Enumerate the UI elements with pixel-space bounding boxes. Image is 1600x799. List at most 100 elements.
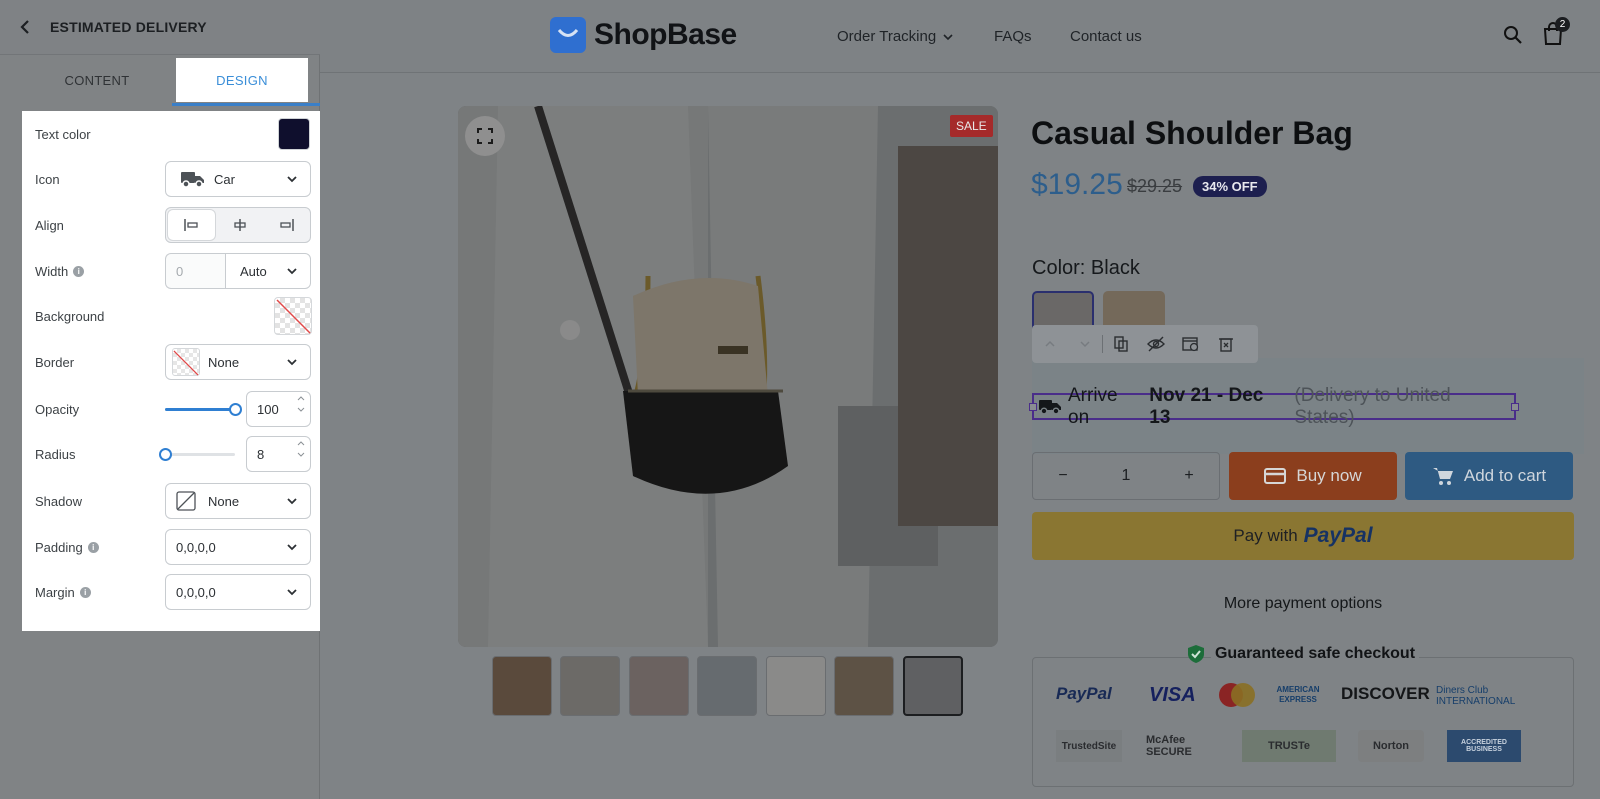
opacity-slider-handle[interactable] [229,402,242,416]
color-label: Color: Black [1032,257,1140,279]
quantity-decrease-button[interactable]: − [1033,467,1093,485]
padding-value: 0,0,0,0 [176,539,216,555]
nav-faqs[interactable]: FAQs [994,28,1032,45]
quantity-increase-button[interactable]: + [1159,467,1219,485]
thumbnail[interactable] [629,656,689,716]
resize-handle-left[interactable] [1029,403,1037,411]
nav-contact-us[interactable]: Contact us [1070,28,1142,45]
nav-order-tracking-label: Order Tracking [837,28,937,45]
info-icon[interactable]: i [73,265,85,277]
text-color-label: Text color [35,126,91,142]
background-swatch[interactable] [274,297,312,335]
tab-design[interactable]: DESIGN [176,58,308,102]
align-left-button[interactable] [168,210,215,240]
search-icon[interactable] [1503,25,1523,50]
back-button[interactable] [0,0,50,55]
safe-checkout-label: Guaranteed safe checkout [1210,645,1420,663]
move-down-button[interactable] [1067,325,1102,363]
settings-panel: ESTIMATED DELIVERY CONTENT DESIGN Text c… [0,0,320,799]
sale-badge: SALE [950,115,993,137]
logo-text: ShopBase [594,18,737,51]
shopbase-logo-icon [550,17,586,53]
width-input[interactable]: 0 [165,253,225,289]
safe-checkout-heading: Guaranteed safe checkout [1032,644,1574,664]
chevron-down-icon [287,589,297,596]
padding-select[interactable]: 0,0,0,0 [165,529,311,565]
fullscreen-button[interactable] [465,116,505,156]
row-opacity: Opacity 100 [22,386,320,432]
width-label-wrap: Width i [35,264,85,279]
visa-logo: VISA [1149,684,1196,706]
align-center-icon [234,219,246,231]
opacity-value: 100 [257,401,279,417]
opacity-label: Opacity [35,401,80,417]
align-right-button[interactable] [263,208,310,242]
delivery-dates: Nov 21 - Dec 13 [1149,384,1264,428]
product-price: $19.25 [1031,168,1123,201]
align-center-button[interactable] [217,208,264,242]
margin-select[interactable]: 0,0,0,0 [165,574,311,610]
shadow-select-value: None [208,493,240,509]
store-logo[interactable]: ShopBase [550,17,737,53]
tab-content[interactable]: CONTENT [20,58,174,102]
cart-icon [1432,468,1453,485]
move-up-button[interactable] [1032,325,1067,363]
no-color-icon [276,299,311,334]
border-select[interactable]: None [165,344,311,380]
radius-slider-handle[interactable] [159,447,172,461]
paypal-button[interactable]: Pay with PayPal [1032,512,1574,560]
estimated-delivery-block[interactable]: Arrive on Nov 21 - Dec 13 (Delivery to U… [1029,385,1519,428]
stepper-icon[interactable] [297,441,305,457]
resize-handle-right[interactable] [1511,403,1519,411]
width-unit-select[interactable]: Auto [225,253,311,289]
thumbnail[interactable] [492,656,552,716]
hide-button[interactable] [1138,325,1173,363]
buy-now-button[interactable]: Buy now [1229,452,1397,500]
row-padding: Padding i 0,0,0,0 [22,524,320,570]
row-radius: Radius 8 [22,431,320,477]
add-to-cart-button[interactable]: Add to cart [1405,452,1573,500]
shield-check-icon [1187,645,1204,663]
stepper-icon[interactable] [297,396,305,412]
row-icon: Icon Car [22,156,320,202]
thumbnail[interactable] [834,656,894,716]
info-icon[interactable]: i [79,586,91,598]
thumbnail[interactable] [697,656,757,716]
delivery-destination: (Delivery to United States) [1294,384,1451,428]
quantity-input[interactable]: 1 [1093,467,1159,485]
align-group [165,207,311,243]
align-right-icon [280,219,294,231]
row-margin: Margin i 0,0,0,0 [22,569,320,615]
icon-select[interactable]: Car [165,161,311,197]
bbb-seal: ACCREDITED BUSINESS [1447,730,1521,762]
design-settings: Text color Icon Car Align Width i 0 Auto… [22,111,320,631]
opacity-slider[interactable] [165,402,242,416]
row-shadow: Shadow None [22,478,320,524]
delivery-prefix: Arrive on [1068,384,1118,428]
radius-slider[interactable] [159,447,235,461]
no-shadow-icon [176,491,196,511]
save-template-button[interactable] [1173,325,1208,363]
credit-card-icon [1264,468,1287,484]
panel-header: ESTIMATED DELIVERY [0,0,320,55]
more-payment-options-link[interactable]: More payment options [1032,595,1574,613]
opacity-input[interactable]: 100 [246,391,311,427]
shadow-select[interactable]: None [165,483,311,519]
icon-select-value: Car [214,171,235,187]
truck-icon [1038,398,1062,416]
duplicate-button[interactable] [1103,325,1138,363]
background-label: Background [35,308,105,324]
radius-input[interactable]: 8 [246,436,311,472]
text-color-swatch[interactable] [278,118,310,150]
thumbnail[interactable] [766,656,826,716]
thumbnail[interactable] [560,656,620,716]
nav-order-tracking[interactable]: Order Tracking [837,28,954,45]
row-width: Width i 0 Auto [22,248,320,294]
delete-button[interactable] [1208,325,1243,363]
quantity-stepper: − 1 + [1032,452,1220,500]
paypal-prefix: Pay with [1233,526,1298,545]
expand-icon [477,128,493,144]
thumbnail-active[interactable] [903,656,963,716]
product-image[interactable] [458,106,998,647]
info-icon[interactable]: i [87,541,99,553]
